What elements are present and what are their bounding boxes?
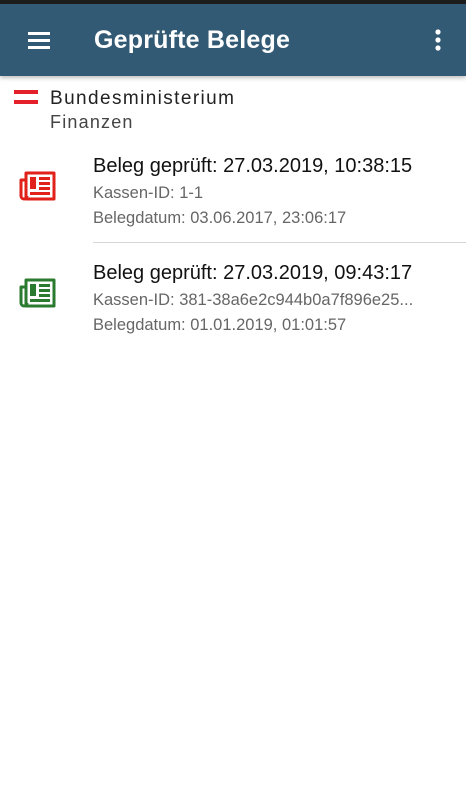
logo-text-line2: Finanzen <box>50 112 134 132</box>
receipt-kassen-id: Kassen-ID: 1-1 <box>93 184 204 202</box>
receipt-belegdatum: Belegdatum: 03.06.2017, 23:06:17 <box>93 209 347 227</box>
page-title: Geprüfte Belege <box>94 26 291 54</box>
receipt-title: Beleg geprüft: 27.03.2019, 10:38:15 <box>93 155 413 177</box>
overflow-menu-button[interactable] <box>418 20 458 60</box>
receipt-valid-icon <box>19 278 56 308</box>
more-vert-icon <box>435 29 441 51</box>
list-divider <box>93 242 466 243</box>
menu-button[interactable] <box>18 20 58 60</box>
logo-text-line1: Bundesministerium <box>50 88 236 109</box>
receipt-belegdatum: Belegdatum: 01.01.2019, 01:01:57 <box>93 316 347 334</box>
receipt-kassen-id: Kassen-ID: 381-38a6e2c944b0a7f896e25... <box>93 291 414 309</box>
receipt-invalid-icon <box>19 171 56 201</box>
receipt-list-item[interactable]: Beleg geprüft: 27.03.2019, 09:43:17 Kass… <box>0 262 466 362</box>
app-bar: Geprüfte Belege <box>0 4 466 76</box>
austria-flag-icon <box>14 90 38 104</box>
hamburger-menu-icon <box>28 32 50 49</box>
receipt-list-item[interactable]: Beleg geprüft: 27.03.2019, 10:38:15 Kass… <box>0 155 466 255</box>
receipt-title: Beleg geprüft: 27.03.2019, 09:43:17 <box>93 262 413 284</box>
